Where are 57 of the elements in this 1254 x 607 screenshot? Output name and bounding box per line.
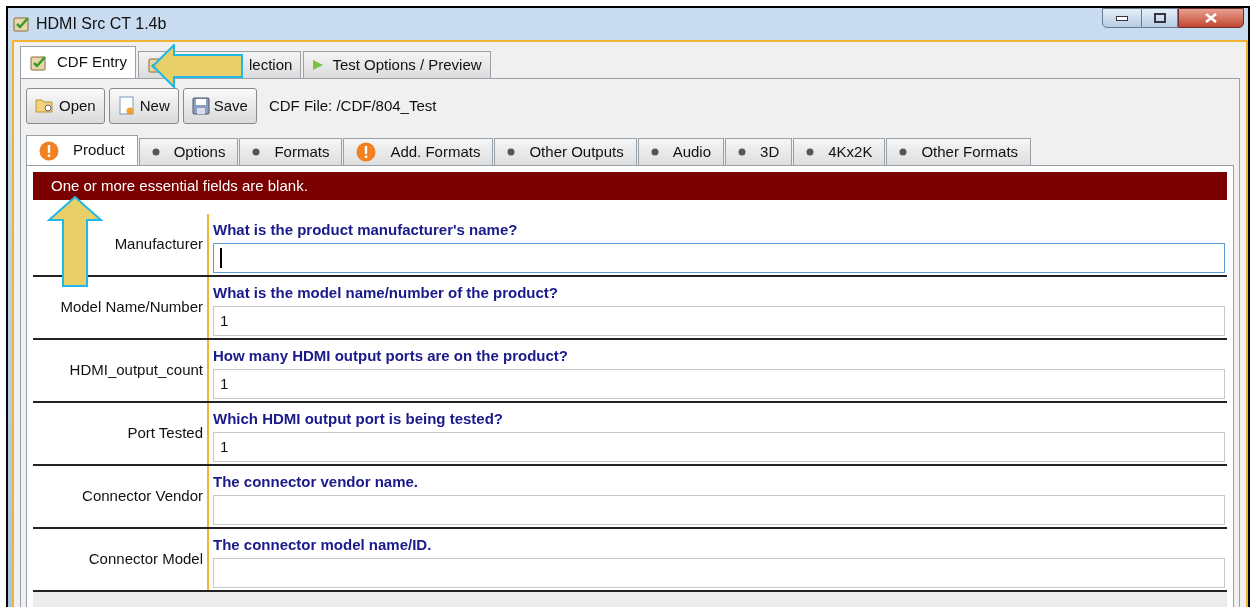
dot-icon: [252, 148, 261, 156]
dot-icon: [738, 148, 747, 156]
minimize-button[interactable]: [1102, 8, 1142, 28]
tab[interactable]: Other Outputs: [494, 138, 637, 165]
warning-icon: [39, 140, 59, 161]
input-field[interactable]: [213, 495, 1225, 525]
dot-icon: [507, 148, 516, 156]
folder-icon: [35, 97, 55, 115]
dot-icon: [806, 148, 815, 156]
tab[interactable]: Audio: [637, 138, 725, 165]
input-field[interactable]: 1: [213, 306, 1225, 336]
play-icon: [312, 59, 325, 71]
field-label: Connector Model: [88, 549, 203, 570]
maximize-button[interactable]: [1142, 8, 1178, 28]
field-label: HDMI_output_count: [69, 360, 203, 381]
input-field[interactable]: 1: [213, 432, 1225, 462]
tab[interactable]: CDF Entry: [20, 46, 136, 78]
save-icon: [191, 97, 210, 115]
dot-icon: [151, 148, 160, 156]
field-question: The connector model name/ID.: [213, 535, 433, 555]
field-question: Which HDMI output port is being tested?: [213, 409, 504, 429]
warning-icon: [356, 142, 377, 162]
input-field[interactable]: [213, 243, 1225, 273]
tab[interactable]: Product: [26, 135, 138, 165]
tab[interactable]: Options: [138, 138, 239, 165]
minimize-icon: [1116, 15, 1128, 21]
tab[interactable]: Add. Formats: [343, 138, 494, 165]
error-banner: One or more essential fields are blank.: [33, 172, 1227, 200]
input-field[interactable]: [213, 558, 1225, 588]
close-button[interactable]: [1178, 8, 1244, 28]
file-path: CDF File: /CDF/804_Test: [268, 95, 437, 116]
input-field[interactable]: 1: [213, 369, 1225, 399]
field-label: Connector Vendor: [82, 486, 203, 507]
text-cursor: [220, 248, 222, 268]
field-label: Manufacturer: [114, 234, 203, 255]
field-question: The connector vendor name.: [213, 472, 420, 492]
field-question: How many HDMI output ports are on the product?: [213, 346, 569, 366]
tab[interactable]: Other Formats: [886, 138, 1032, 165]
restore-icon: [1153, 13, 1166, 23]
clipboard-icon: [12, 15, 32, 33]
toolbar-button[interactable]: Save: [182, 88, 257, 124]
window-title: HDMI Src CT 1.4b: [36, 14, 167, 34]
tab[interactable]: 4Kx2K: [793, 138, 886, 165]
new-document-icon: [117, 96, 136, 116]
dot-icon: [650, 148, 659, 156]
field-label: Model Name/Number: [60, 297, 203, 318]
tab[interactable]: Formats: [239, 138, 343, 165]
field-question: What is the product manufacturer's name?: [213, 220, 519, 240]
toolbar-button[interactable]: Open: [26, 88, 105, 124]
field-question: What is the model name/number of the product?: [213, 283, 559, 303]
tab[interactable]: Test Options / Preview: [303, 51, 491, 78]
toolbar-button[interactable]: New: [108, 88, 179, 124]
close-icon: [1205, 13, 1217, 23]
clipboard-icon: [29, 53, 49, 72]
dot-icon: [899, 148, 908, 156]
tab[interactable]: 3D: [725, 138, 793, 165]
field-label: Port Tested: [127, 423, 203, 444]
